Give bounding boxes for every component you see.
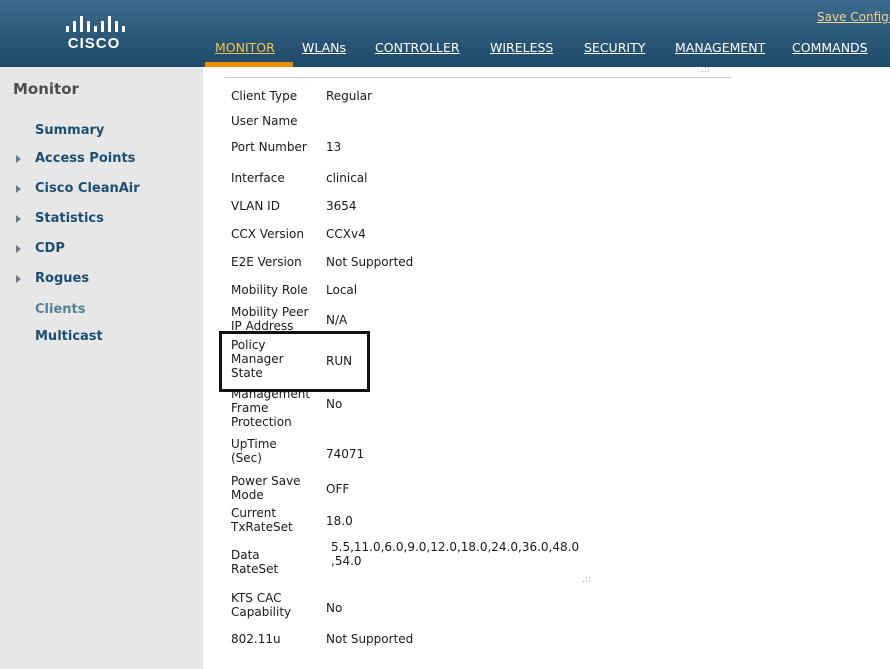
detail-value: Local — [326, 283, 358, 297]
sidebar-item-cisco-cleanair[interactable]: Cisco CleanAir — [35, 181, 140, 196]
expand-arrow-icon[interactable] — [16, 155, 21, 163]
cisco-logo-bars-icon — [64, 16, 125, 32]
sidebar-item-cdp[interactable]: CDP — [35, 241, 65, 256]
detail-label: 802.11u — [231, 632, 281, 646]
detail-value: Not Supported — [326, 632, 414, 646]
expand-arrow-icon[interactable] — [16, 215, 21, 223]
detail-value: No — [326, 397, 343, 411]
detail-label: VLAN ID — [231, 199, 280, 213]
detail-label: Management Frame Protection — [231, 387, 311, 429]
detail-value: OFF — [326, 482, 350, 496]
detail-value: No — [326, 601, 343, 615]
detail-label: Interface — [231, 171, 285, 185]
expand-arrow-icon[interactable] — [16, 245, 21, 253]
resize-grip-icon[interactable]: .:: — [582, 575, 591, 585]
sidebar-item-statistics[interactable]: Statistics — [35, 211, 104, 226]
detail-label: CCX Version — [231, 227, 304, 241]
table-top-border — [225, 77, 731, 78]
sidebar: Monitor Summary Access Points Cisco Clea… — [0, 67, 203, 669]
detail-value: Not Supported — [326, 255, 414, 269]
nav-wlans[interactable]: WLANs — [302, 40, 346, 55]
nav-monitor[interactable]: MONITOR — [215, 40, 275, 55]
sidebar-title: Monitor — [13, 80, 79, 98]
detail-label: Port Number — [231, 140, 307, 154]
detail-label: KTS CAC Capability — [231, 591, 292, 619]
logo-text: CISCO — [67, 35, 121, 52]
nav-management[interactable]: MANAGEMENT — [675, 40, 765, 55]
detail-value: 3654 — [326, 199, 357, 213]
sidebar-item-access-points[interactable]: Access Points — [35, 151, 135, 166]
top-banner: CISCO Save Configuration MONITOR WLANs C… — [0, 0, 890, 67]
sidebar-item-multicast[interactable]: Multicast — [35, 329, 103, 344]
detail-value: clinical — [326, 171, 368, 185]
nav-commands[interactable]: COMMANDS — [792, 40, 868, 55]
expand-arrow-icon[interactable] — [16, 185, 21, 193]
detail-value: 74071 — [326, 447, 365, 461]
detail-label: Current TxRateSet — [231, 506, 293, 534]
resize-grip-icon[interactable]: .:: — [701, 65, 710, 75]
cisco-logo: CISCO — [64, 16, 125, 56]
detail-value: 5.5,11.0,6.0,9.0,12.0,18.0,24.0,36.0,48.… — [331, 540, 580, 568]
detail-value: N/A — [326, 313, 348, 327]
detail-label: Client Type — [231, 89, 298, 103]
detail-label: UpTime (Sec) — [231, 437, 277, 465]
highlight-box — [219, 331, 370, 392]
detail-label: Power Save Mode — [231, 474, 301, 502]
nav-controller[interactable]: CONTROLLER — [375, 40, 460, 55]
detail-label: E2E Version — [231, 255, 302, 269]
detail-value: 13 — [326, 140, 342, 154]
sidebar-item-summary[interactable]: Summary — [35, 123, 104, 138]
sidebar-item-rogues[interactable]: Rogues — [35, 271, 89, 286]
detail-label: Data RateSet — [231, 548, 279, 576]
nav-wireless[interactable]: WIRELESS — [490, 40, 553, 55]
detail-label: Mobility Role — [231, 283, 308, 297]
detail-value: Regular — [326, 89, 373, 103]
detail-label: Mobility Peer IP Address — [231, 305, 309, 333]
detail-value: CCXv4 — [326, 227, 366, 241]
expand-arrow-icon[interactable] — [16, 275, 21, 283]
detail-value: 18.0 — [326, 514, 353, 528]
save-configuration-link[interactable]: Save Configuration — [817, 10, 890, 24]
sidebar-item-clients[interactable]: Clients — [35, 302, 85, 317]
detail-label: User Name — [231, 114, 298, 128]
nav-security[interactable]: SECURITY — [584, 40, 645, 55]
